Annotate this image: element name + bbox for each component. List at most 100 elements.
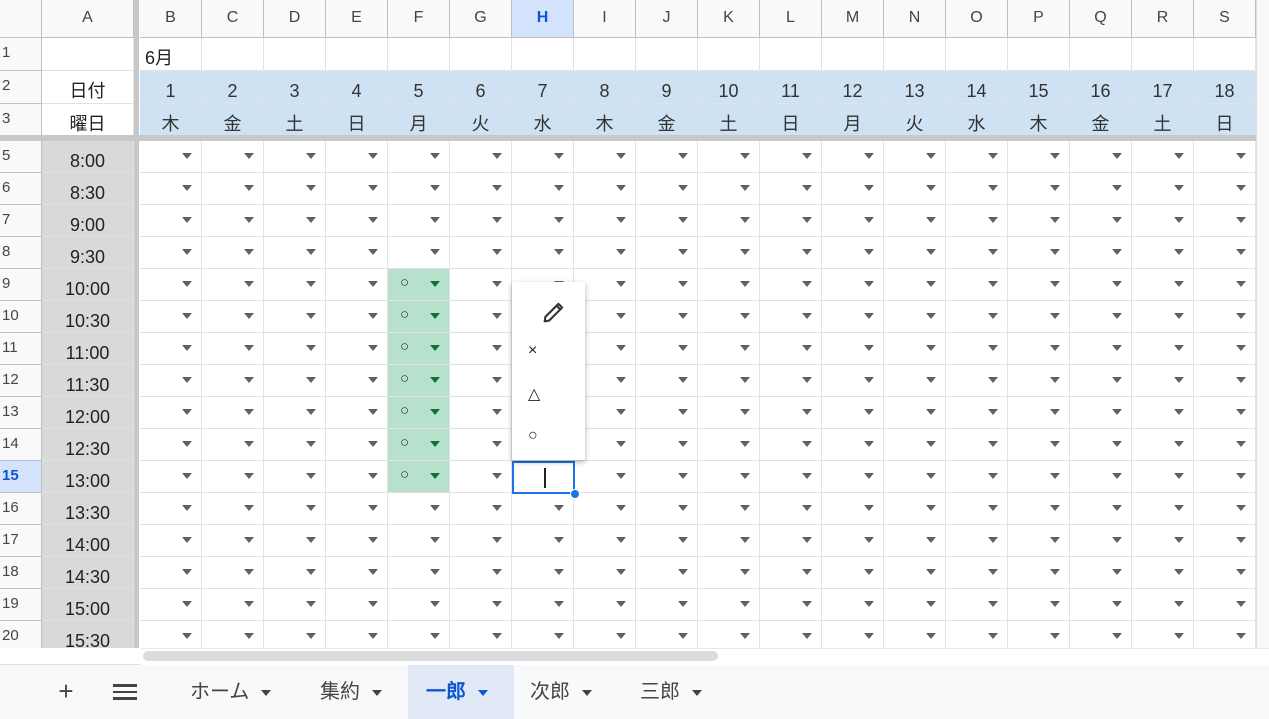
dropdown-cell-l10[interactable] xyxy=(760,301,822,333)
chevron-down-icon[interactable] xyxy=(1236,441,1246,447)
chevron-down-icon[interactable] xyxy=(1236,505,1246,511)
chevron-down-icon[interactable] xyxy=(1050,377,1060,383)
chevron-down-icon[interactable] xyxy=(554,249,564,255)
chevron-down-icon[interactable] xyxy=(182,313,192,319)
dropdown-cell-e5[interactable] xyxy=(326,141,388,173)
chevron-down-icon[interactable] xyxy=(1174,153,1184,159)
active-cell-editor[interactable] xyxy=(512,461,575,494)
chevron-down-icon[interactable] xyxy=(306,313,316,319)
chevron-down-icon[interactable] xyxy=(244,249,254,255)
dropdown-cell-l6[interactable] xyxy=(760,173,822,205)
sheet-tab-jiro[interactable]: 次郎 xyxy=(514,665,620,719)
chevron-down-icon[interactable] xyxy=(864,473,874,479)
chevron-down-icon[interactable] xyxy=(244,441,254,447)
chevron-down-icon[interactable] xyxy=(182,505,192,511)
chevron-down-icon[interactable] xyxy=(244,409,254,415)
chevron-down-icon[interactable] xyxy=(430,601,440,607)
chevron-down-icon[interactable] xyxy=(802,505,812,511)
chevron-down-icon[interactable] xyxy=(864,601,874,607)
dropdown-cell-m9[interactable] xyxy=(822,269,884,301)
dropdown-cell-n16[interactable] xyxy=(884,493,946,525)
chevron-down-icon[interactable] xyxy=(926,633,936,639)
chevron-down-icon[interactable] xyxy=(926,505,936,511)
cell-s1[interactable] xyxy=(1194,38,1256,71)
dropdown-cell-j13[interactable] xyxy=(636,397,698,429)
dropdown-cell-q18[interactable] xyxy=(1070,557,1132,589)
cell-l3[interactable]: 日 xyxy=(760,104,822,136)
chevron-down-icon[interactable] xyxy=(182,537,192,543)
chevron-down-icon[interactable] xyxy=(1050,441,1060,447)
dropdown-cell-e14[interactable] xyxy=(326,429,388,461)
cell-o2[interactable]: 14 xyxy=(946,71,1008,104)
cell-k1[interactable] xyxy=(698,38,760,71)
chevron-down-icon[interactable] xyxy=(182,409,192,415)
cell-p1[interactable] xyxy=(1008,38,1070,71)
chevron-down-icon[interactable] xyxy=(616,345,626,351)
dropdown-cell-n5[interactable] xyxy=(884,141,946,173)
chevron-down-icon[interactable] xyxy=(244,185,254,191)
chevron-down-icon[interactable] xyxy=(988,633,998,639)
cell-h3[interactable]: 水 xyxy=(512,104,574,136)
dropdown-cell-s19[interactable] xyxy=(1194,589,1256,621)
cell-i3[interactable]: 木 xyxy=(574,104,636,136)
chevron-down-icon[interactable] xyxy=(1236,537,1246,543)
row-header-11[interactable]: 11 xyxy=(0,333,42,365)
dropdown-cell-m7[interactable] xyxy=(822,205,884,237)
dropdown-cell-o6[interactable] xyxy=(946,173,1008,205)
chevron-down-icon[interactable] xyxy=(926,281,936,287)
chevron-down-icon[interactable] xyxy=(306,601,316,607)
chevron-down-icon[interactable] xyxy=(368,409,378,415)
dropdown-cell-g12[interactable] xyxy=(450,365,512,397)
dropdown-cell-h6[interactable] xyxy=(512,173,574,205)
dropdown-cell-n13[interactable] xyxy=(884,397,946,429)
dropdown-cell-p19[interactable] xyxy=(1008,589,1070,621)
dropdown-cell-o12[interactable] xyxy=(946,365,1008,397)
dropdown-cell-g20[interactable] xyxy=(450,621,512,648)
chevron-down-icon[interactable] xyxy=(554,569,564,575)
dropdown-cell-c14[interactable] xyxy=(202,429,264,461)
cell-g1[interactable] xyxy=(450,38,512,71)
dropdown-cell-j18[interactable] xyxy=(636,557,698,589)
chevron-down-icon[interactable] xyxy=(988,473,998,479)
chevron-down-icon[interactable] xyxy=(554,537,564,543)
dropdown-cell-o5[interactable] xyxy=(946,141,1008,173)
dropdown-cell-b19[interactable] xyxy=(140,589,202,621)
dropdown-cell-g18[interactable] xyxy=(450,557,512,589)
chevron-down-icon[interactable] xyxy=(1112,377,1122,383)
chevron-down-icon[interactable] xyxy=(244,153,254,159)
column-header-f[interactable]: F xyxy=(388,0,450,38)
chevron-down-icon[interactable] xyxy=(926,409,936,415)
row-header-7[interactable]: 7 xyxy=(0,205,42,237)
chevron-down-icon[interactable] xyxy=(864,569,874,575)
dropdown-cell-m8[interactable] xyxy=(822,237,884,269)
dropdown-cell-k8[interactable] xyxy=(698,237,760,269)
dropdown-cell-b16[interactable] xyxy=(140,493,202,525)
cell-l2[interactable]: 11 xyxy=(760,71,822,104)
row-header-6[interactable]: 6 xyxy=(0,173,42,205)
sheet-tab-home[interactable]: ホーム xyxy=(174,665,296,719)
chevron-down-icon[interactable] xyxy=(864,281,874,287)
cell-p3[interactable]: 木 xyxy=(1008,104,1070,136)
column-header-m[interactable]: M xyxy=(822,0,884,38)
chevron-down-icon[interactable] xyxy=(1112,473,1122,479)
chevron-down-icon[interactable] xyxy=(306,345,316,351)
dropdown-cell-l14[interactable] xyxy=(760,429,822,461)
dropdown-cell-c11[interactable] xyxy=(202,333,264,365)
chevron-down-icon[interactable] xyxy=(926,569,936,575)
chevron-down-icon[interactable] xyxy=(988,313,998,319)
chevron-down-icon[interactable] xyxy=(492,281,502,287)
dropdown-cell-s15[interactable] xyxy=(1194,461,1256,493)
chevron-down-icon[interactable] xyxy=(430,633,440,639)
chevron-down-icon[interactable] xyxy=(1112,505,1122,511)
cell-i1[interactable] xyxy=(574,38,636,71)
dropdown-cell-f8[interactable] xyxy=(388,237,450,269)
dropdown-arrow-icon[interactable] xyxy=(261,689,272,696)
chevron-down-icon[interactable] xyxy=(1236,409,1246,415)
dropdown-cell-s18[interactable] xyxy=(1194,557,1256,589)
dropdown-cell-j12[interactable] xyxy=(636,365,698,397)
chevron-down-icon[interactable] xyxy=(306,441,316,447)
chevron-down-icon[interactable] xyxy=(740,633,750,639)
dropdown-option[interactable]: × xyxy=(528,342,537,360)
dropdown-cell-i15[interactable] xyxy=(574,461,636,493)
column-header-e[interactable]: E xyxy=(326,0,388,38)
